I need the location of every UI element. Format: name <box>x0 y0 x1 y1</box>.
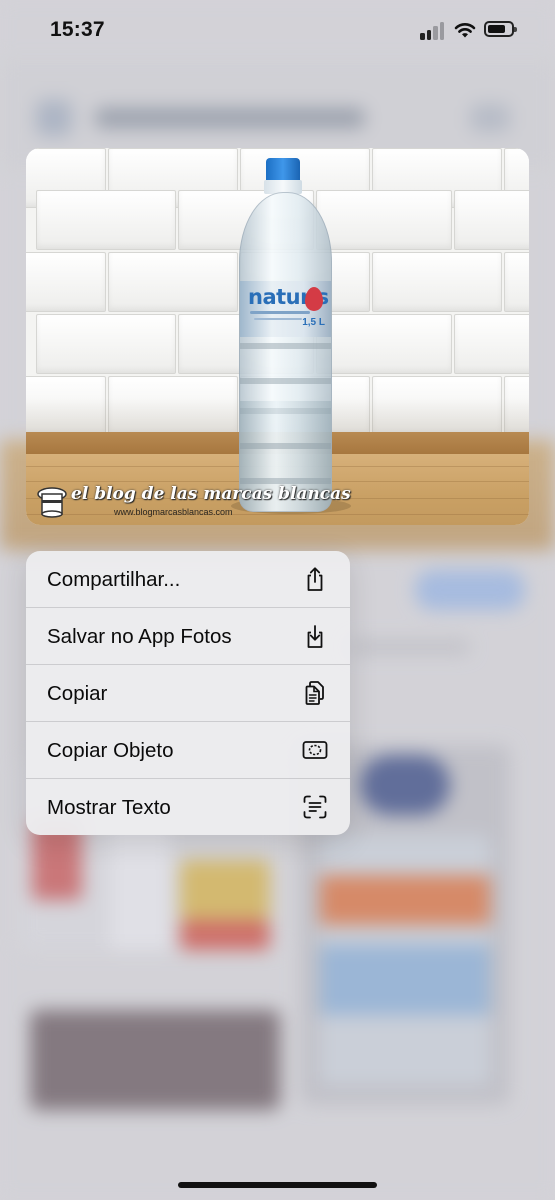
menu-item-label: Compartilhar... <box>47 568 181 591</box>
wifi-icon <box>454 23 476 38</box>
show-text-icon <box>303 795 327 819</box>
bottle-cap <box>266 158 300 182</box>
share-icon <box>307 567 323 591</box>
status-bar: 15:37 <box>0 0 555 62</box>
image-preview: naturis 1,5 L el blog de las marcas blan… <box>26 148 529 525</box>
menu-item-label: Copiar <box>47 682 108 705</box>
bottle-volume: 1,5 L <box>302 317 325 328</box>
context-menu: Compartilhar... Salvar no App Fotos Copi… <box>26 551 350 835</box>
menu-item-save-to-photos[interactable]: Salvar no App Fotos <box>26 608 350 665</box>
status-time: 15:37 <box>50 18 105 41</box>
menu-item-label: Copiar Objeto <box>47 739 174 762</box>
menu-item-show-text[interactable]: Mostrar Texto <box>26 779 350 835</box>
watermark-url: www.blogmarcasblancas.com <box>114 507 233 517</box>
bottle-label: naturis 1,5 L <box>240 281 331 337</box>
watermark-title: el blog de las marcas blancas <box>71 484 351 504</box>
blog-logo-icon <box>37 487 67 518</box>
save-to-photos-icon <box>307 625 323 648</box>
menu-item-label: Mostrar Texto <box>47 796 171 819</box>
cellular-signal-icon <box>420 22 446 40</box>
menu-item-copy[interactable]: Copiar <box>26 665 350 722</box>
menu-item-share[interactable]: Compartilhar... <box>26 551 350 608</box>
menu-item-label: Salvar no App Fotos <box>47 625 232 648</box>
battery-icon <box>484 21 517 37</box>
drop-badge-icon <box>305 287 323 311</box>
copy-subject-icon <box>302 741 328 759</box>
menu-item-copy-subject[interactable]: Copiar Objeto <box>26 722 350 779</box>
copy-icon <box>305 681 324 705</box>
home-indicator[interactable] <box>178 1182 377 1188</box>
